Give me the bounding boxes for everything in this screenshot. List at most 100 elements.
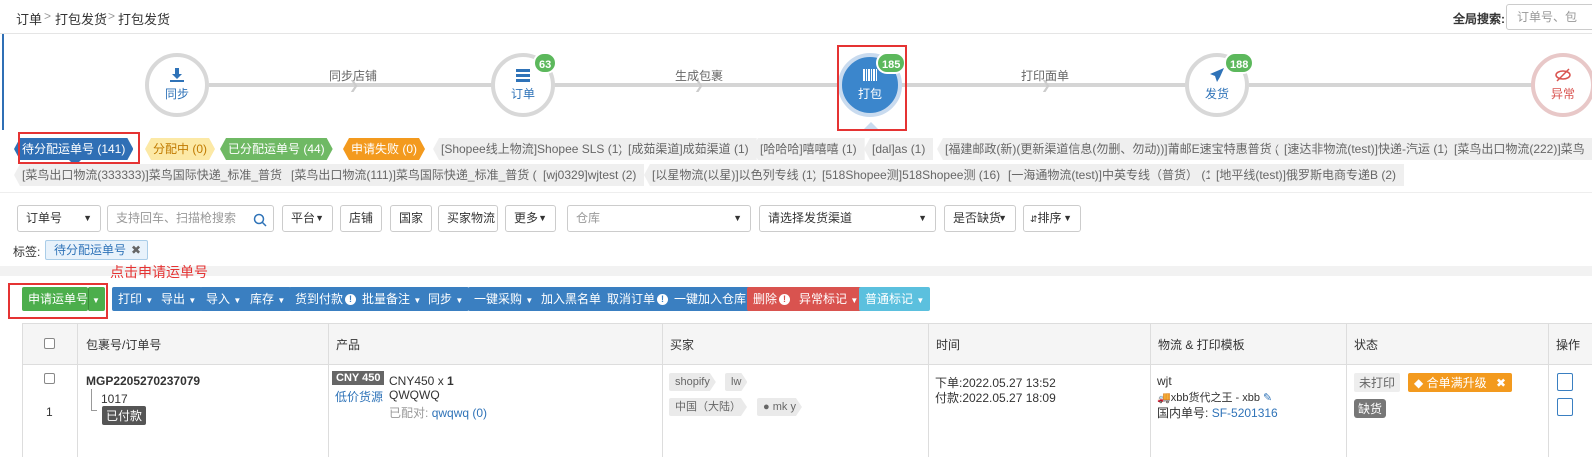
global-search-input[interactable]: 订单号、包 <box>1506 4 1592 30</box>
column-header: 时间 <box>936 338 961 352</box>
normal-mark-dropdown[interactable]: 普通标记 ▼ <box>859 287 931 311</box>
paid-badge: 已付款 <box>102 406 147 425</box>
button-label: 库存 <box>250 292 275 306</box>
button-label: 导出 <box>161 292 186 306</box>
domestic-no-link[interactable]: SF-5201316 <box>1212 406 1278 420</box>
buyer-logistics-button[interactable]: 买家物流 <box>438 205 498 232</box>
breadcrumb-item-pack-ship[interactable]: 打包发货 <box>55 9 107 28</box>
order-no[interactable]: 1017 <box>101 392 128 406</box>
abnormal-mark-dropdown[interactable]: 异常标记 ▼ <box>793 287 865 311</box>
channel-tag[interactable]: [518Shopee测]518Shopee测 (16) <box>814 164 1009 186</box>
column-header: 操作 <box>1556 338 1581 352</box>
step-link-label: 打印面单 <box>1021 69 1070 83</box>
close-icon[interactable]: ✖ <box>1496 376 1506 390</box>
caret-down-icon: ▼ <box>145 296 154 305</box>
close-icon[interactable]: ✖ <box>131 241 141 259</box>
action-button[interactable] <box>1557 398 1573 416</box>
blacklist-button[interactable]: 加入黑名单 <box>535 287 608 311</box>
status-tab-failed[interactable]: 申请失败 (0) <box>343 138 425 160</box>
step-count-badge: 63 <box>533 52 558 74</box>
top-bar: 订单 > 打包发货 > 打包发货 全局搜索: 订单号、包 <box>0 0 1592 34</box>
step-sync[interactable]: 同步 <box>145 53 209 117</box>
more-dropdown[interactable]: 更多 ▼ <box>505 205 556 232</box>
caret-down-icon: ▼ <box>83 213 92 223</box>
caret-down-icon: ▼ <box>850 296 859 305</box>
channel-tag[interactable]: [菜鸟出口物流(222)]菜鸟 <box>1446 138 1592 160</box>
buyer-name: mk y <box>772 401 796 413</box>
unprinted-badge: 未打印 <box>1354 373 1401 392</box>
channel-tag[interactable]: [成茹渠道]成茹渠道 (1) <box>620 138 757 160</box>
country-button[interactable]: 国家 <box>390 205 432 232</box>
matched-link[interactable]: qwqwq (0) <box>432 406 487 420</box>
status-tab-assigned[interactable]: 已分配运单号 (44) <box>220 138 333 160</box>
channel-tag[interactable]: [菜鸟出口物流(111)]菜鸟国际快递_标准_普货 (1) <box>283 164 556 186</box>
caret-down-icon: ▼ <box>1063 213 1072 223</box>
channel-tag[interactable]: [wj0329]wjtest (2) <box>535 164 645 186</box>
page: 订单 > 打包发货 > 打包发货 全局搜索: 订单号、包 ❯ ❯ ❯ 同步店铺 … <box>0 0 1592 457</box>
export-dropdown[interactable]: 导出 ▼ <box>155 287 203 311</box>
channel-tag[interactable]: [以星物流(以星)]以色列专线 (1) <box>644 164 825 186</box>
caret-down-icon: ▼ <box>733 213 742 223</box>
edit-icon[interactable]: ✎ <box>1263 392 1272 404</box>
buyer-shop-tag: lw <box>725 373 747 391</box>
sku-text: CNY450 x <box>389 374 448 388</box>
stock-menu-dropdown[interactable]: 库存 ▼ <box>244 287 292 311</box>
warehouse-select[interactable]: 仓库 ▼ <box>567 205 751 232</box>
truck-icon: 🚚 <box>1157 392 1171 404</box>
dropdown-label: 排序 <box>1037 211 1062 225</box>
batch-note-dropdown[interactable]: 批量备注 ▼ <box>356 287 428 311</box>
sort-dropdown[interactable]: ⇵排序 ▼ <box>1023 205 1081 232</box>
global-search-label: 全局搜索: <box>1453 12 1505 26</box>
package-no[interactable]: MGP2205270237079 <box>86 374 200 388</box>
sort-icon: ⇵ <box>1030 214 1038 224</box>
channel-tag[interactable]: [哈哈哈]嘻嘻嘻 (1) <box>752 138 865 160</box>
channel-tag[interactable]: [速达非物流(test)]快递-汽运 (1) <box>1276 138 1456 160</box>
channel-tag[interactable]: [一海通物流(test)]中英专线（普货） (1) <box>1000 164 1225 186</box>
search-input[interactable]: 支持回车、扫描枪搜索 <box>107 205 274 232</box>
user-icon: ● <box>763 401 770 413</box>
status-tab-assigning[interactable]: 分配中 (0) <box>145 138 215 160</box>
workflow-steps: ❯ ❯ ❯ 同步店铺 生成包裹 打印面单 同步 订单 63 打包 185 发货 … <box>2 34 1592 131</box>
select-all-checkbox[interactable] <box>44 338 55 349</box>
stock-dropdown[interactable]: 是否缺货 ▼ <box>944 205 1016 232</box>
channel-tag[interactable]: [福建邮政(新)(更新渠道信息(勿删、勿动))]莆邮E速宝特惠普货 (12) <box>937 138 1305 160</box>
purchase-dropdown[interactable]: 一键采购 ▼ <box>468 287 540 311</box>
step-count-badge: 188 <box>1224 52 1255 74</box>
channel-tag[interactable]: [dal]as (1) <box>864 138 934 160</box>
breadcrumb-item-orders[interactable]: 订单 <box>16 9 42 28</box>
caret-down-icon: ▼ <box>916 296 925 305</box>
cancel-order-button[interactable]: 取消订单! <box>601 287 675 311</box>
cod-button[interactable]: 货到付款! <box>289 287 363 311</box>
column-header: 产品 <box>336 338 361 352</box>
upgrade-label: 合单满升级 <box>1426 376 1487 390</box>
search-icon[interactable] <box>253 211 267 236</box>
tags-label: 标签: <box>13 245 41 259</box>
button-label: 同步 <box>428 292 453 306</box>
action-button[interactable] <box>1557 373 1573 391</box>
pay-time: 付款:2022.05.27 18:09 <box>935 391 1056 405</box>
caret-down-icon: ▼ <box>998 213 1007 223</box>
highlight-box <box>837 45 907 131</box>
column-header: 包裹号/订单号 <box>86 338 162 352</box>
sync-dropdown[interactable]: 同步 ▼ <box>422 287 470 311</box>
channel-tag[interactable]: [Shopee线上物流]Shopee SLS (1) <box>433 138 631 160</box>
button-label: 一键采购 <box>474 292 523 306</box>
import-dropdown[interactable]: 导入 ▼ <box>200 287 248 311</box>
step-abnormal[interactable]: 异常 <box>1531 53 1592 117</box>
channel-select[interactable]: 请选择发货渠道 ▼ <box>759 205 936 232</box>
channel-tag[interactable]: [地平线(test)]俄罗斯电商专递B (2) <box>1208 164 1405 186</box>
channel-tag[interactable]: [菜鸟出口物流(333333)]菜鸟国际快递_标准_普货 (3) <box>14 164 309 186</box>
chip-label: 待分配运单号 <box>54 243 127 257</box>
platform-dropdown[interactable]: 平台 ▼ <box>282 205 333 232</box>
row-checkbox[interactable] <box>44 373 55 384</box>
print-dropdown[interactable]: 打印 ▼ <box>112 287 160 311</box>
delete-button[interactable]: 删除! <box>747 287 797 311</box>
button-label: 打印 <box>118 292 143 306</box>
step-link-label: 同步店铺 <box>329 69 378 83</box>
add-warehouse-button[interactable]: 一键加入仓库 <box>668 287 753 311</box>
link-label: 低价货源 <box>335 390 384 404</box>
order-no-select[interactable]: 订单号 ▼ <box>17 205 101 232</box>
cheap-source-link[interactable]: 低价货源 <box>335 388 383 405</box>
step-label: 同步 <box>164 87 189 101</box>
shop-button[interactable]: 店铺 <box>340 205 382 232</box>
